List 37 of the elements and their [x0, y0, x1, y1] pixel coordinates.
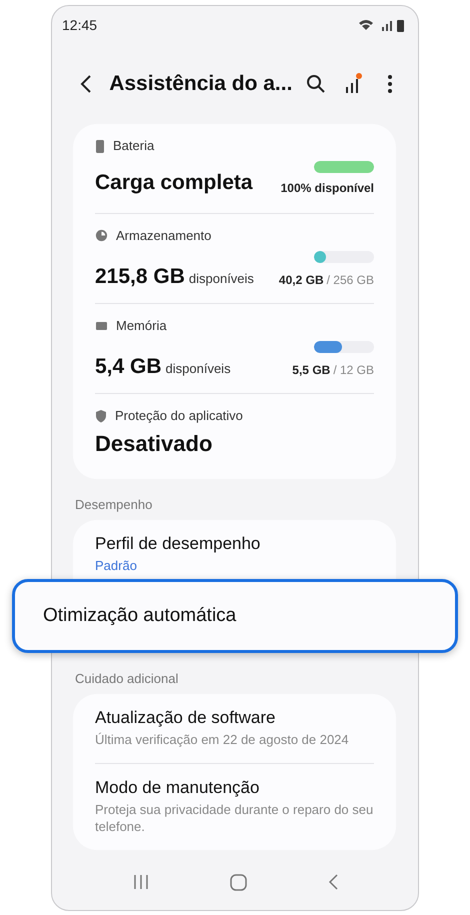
- section-header: Desempenho: [74, 496, 154, 514]
- setting-title[interactable]: Atualização de software: [95, 708, 374, 728]
- setting-value: Padrão: [95, 557, 138, 575]
- pie-chart-icon: [95, 229, 108, 242]
- category-label: Armazenamento: [116, 228, 212, 243]
- status-icons: [358, 18, 406, 32]
- back-icon[interactable]: [80, 74, 92, 94]
- page-title: Assistência do a...: [109, 72, 292, 96]
- setting-title[interactable]: Perfil de desempenho: [95, 534, 374, 554]
- category-label: Memória: [116, 318, 167, 333]
- highlighted-setting[interactable]: Otimização automática: [12, 579, 458, 653]
- more-options-icon[interactable]: [387, 74, 394, 94]
- battery-icon: [95, 138, 105, 152]
- setting-title[interactable]: Modo de manutenção: [95, 778, 374, 798]
- total-text: / 12 GB: [333, 363, 374, 377]
- unit-text: disponíveis: [166, 361, 231, 376]
- chip-icon: [95, 320, 108, 332]
- used-text: 5,5 GB: [292, 363, 330, 377]
- bar-chart-icon[interactable]: [343, 73, 364, 95]
- category-label: Bateria: [113, 138, 154, 153]
- search-icon[interactable]: [306, 74, 326, 94]
- shield-icon: [95, 408, 107, 422]
- recent-apps-icon[interactable]: [132, 875, 148, 889]
- total-text: / 256 GB: [326, 273, 374, 287]
- unit-text: disponíveis: [188, 271, 254, 286]
- status-value: Desativado: [95, 431, 212, 456]
- value-text: 5,4 GB: [95, 355, 162, 378]
- used-text: 40,2 GB: [278, 273, 324, 287]
- reading-text: 100% disponível: [280, 181, 374, 195]
- section-header: Cuidado adicional: [74, 670, 180, 688]
- setting-description: Última verificação em 22 de agosto de 2024: [95, 731, 350, 749]
- value-text: 215,8 GB: [95, 265, 185, 288]
- value-text: Carga completa: [95, 171, 253, 194]
- home-icon[interactable]: [230, 874, 246, 890]
- setting-description: Proteja sua privacidade durante o reparo do seu telefone.: [95, 800, 374, 836]
- clock-time: 12:45: [62, 17, 98, 33]
- category-label: Proteção do aplicativo: [115, 408, 243, 423]
